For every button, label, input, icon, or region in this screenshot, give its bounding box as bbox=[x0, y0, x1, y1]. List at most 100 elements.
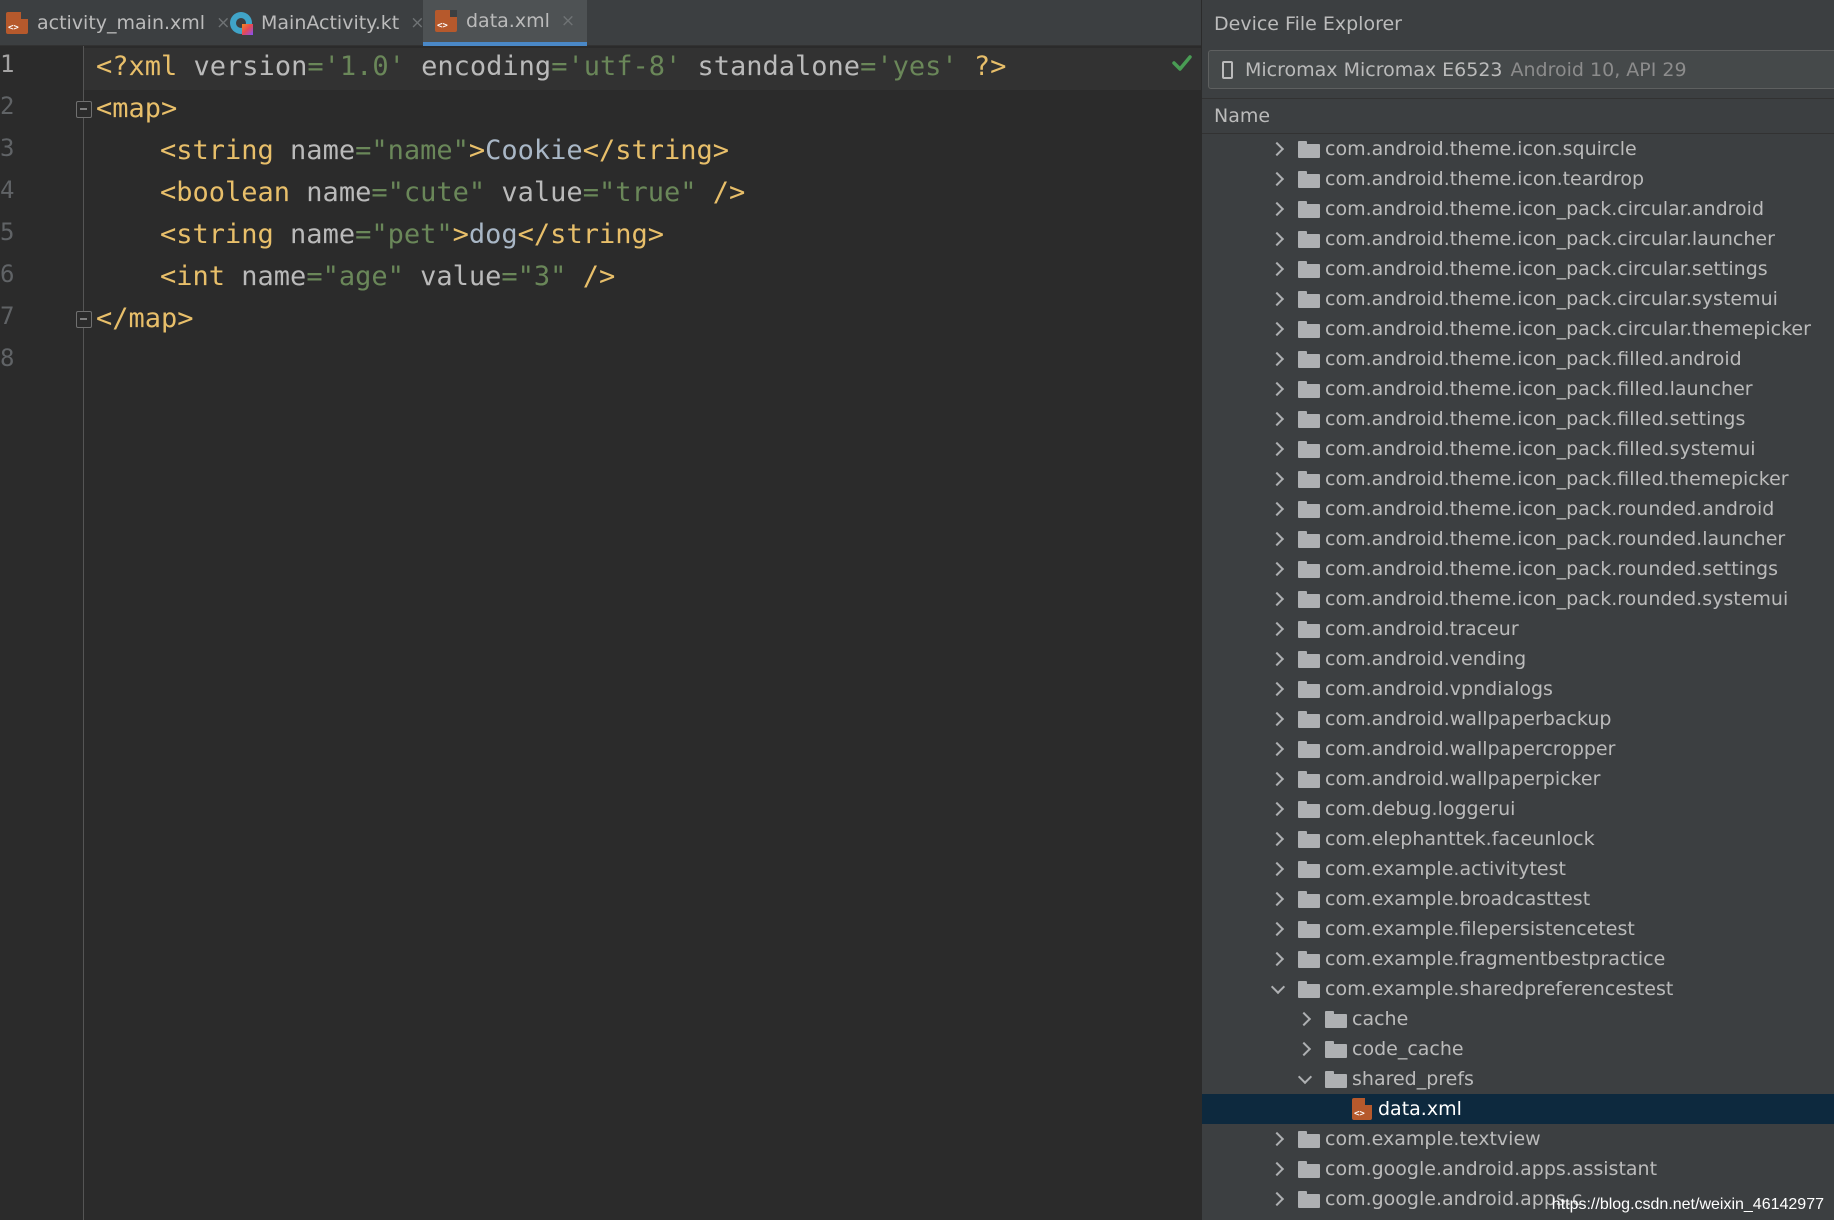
tree-item[interactable]: com.example.activitytest bbox=[1202, 854, 1834, 884]
tree-item[interactable]: com.android.theme.icon_pack.filled.syste… bbox=[1202, 434, 1834, 464]
device-selector[interactable]: Micromax Micromax E6523 Android 10, API … bbox=[1208, 50, 1834, 89]
chevron-right-icon[interactable] bbox=[1270, 682, 1284, 696]
name-column-header[interactable]: Name bbox=[1202, 98, 1834, 134]
tree-item[interactable]: com.example.textview bbox=[1202, 1124, 1834, 1154]
tab-mainactivity-kt[interactable]: MainActivity.kt × bbox=[230, 0, 434, 46]
chevron-right-icon[interactable] bbox=[1270, 262, 1284, 276]
chevron-right-icon[interactable] bbox=[1270, 772, 1284, 786]
tab-activity-main-xml[interactable]: activity_main.xml × bbox=[6, 0, 240, 46]
tree-item-label: com.android.theme.icon_pack.rounded.sett… bbox=[1325, 558, 1778, 580]
chevron-right-icon[interactable] bbox=[1270, 802, 1284, 816]
tree-item[interactable]: com.android.theme.icon_pack.circular.and… bbox=[1202, 194, 1834, 224]
chevron-right-icon[interactable] bbox=[1270, 532, 1284, 546]
chevron-down-icon[interactable] bbox=[1297, 1072, 1311, 1086]
tree-item[interactable]: com.example.sharedpreferencestest bbox=[1202, 974, 1834, 1004]
tree-item[interactable]: com.android.theme.icon_pack.rounded.sett… bbox=[1202, 554, 1834, 584]
code-line[interactable]: <string name="name">Cookie</string> bbox=[160, 130, 729, 172]
chevron-right-icon[interactable] bbox=[1270, 952, 1284, 966]
device-details: Android 10, API 29 bbox=[1510, 58, 1687, 81]
tree-item[interactable]: com.android.vending bbox=[1202, 644, 1834, 674]
tree-item-label: com.google.android.apps.c bbox=[1325, 1188, 1583, 1210]
tree-item[interactable]: com.android.theme.icon_pack.circular.the… bbox=[1202, 314, 1834, 344]
folder-icon bbox=[1298, 410, 1320, 428]
tab-data-xml[interactable]: data.xml × bbox=[423, 0, 588, 46]
chevron-right-icon[interactable] bbox=[1270, 502, 1284, 516]
chevron-right-icon[interactable] bbox=[1270, 622, 1284, 636]
chevron-right-icon[interactable] bbox=[1270, 232, 1284, 246]
close-icon[interactable]: × bbox=[561, 11, 575, 31]
chevron-right-icon[interactable] bbox=[1270, 142, 1284, 156]
tree-item[interactable]: com.debug.loggerui bbox=[1202, 794, 1834, 824]
tree-item[interactable]: code_cache bbox=[1202, 1034, 1834, 1064]
tree-item[interactable]: com.android.theme.icon_pack.circular.set… bbox=[1202, 254, 1834, 284]
tree-item[interactable]: com.android.vpndialogs bbox=[1202, 674, 1834, 704]
chevron-right-icon[interactable] bbox=[1270, 442, 1284, 456]
chevron-right-icon[interactable] bbox=[1270, 592, 1284, 606]
code-line[interactable]: </map> bbox=[96, 298, 194, 340]
code-editor[interactable]: activity_main.xml × MainActivity.kt × da… bbox=[0, 0, 1201, 1220]
tree-item[interactable]: com.android.theme.icon_pack.circular.lau… bbox=[1202, 224, 1834, 254]
tree-item[interactable]: cache bbox=[1202, 1004, 1834, 1034]
chevron-right-icon[interactable] bbox=[1270, 712, 1284, 726]
chevron-right-icon[interactable] bbox=[1270, 172, 1284, 186]
folder-icon bbox=[1325, 1070, 1347, 1088]
chevron-right-icon[interactable] bbox=[1270, 382, 1284, 396]
chevron-right-icon[interactable] bbox=[1270, 1192, 1284, 1206]
code-line[interactable]: <boolean name="cute" value="true" /> bbox=[160, 172, 745, 214]
tree-item[interactable]: com.example.filepersistencetest bbox=[1202, 914, 1834, 944]
tree-item[interactable]: com.android.theme.icon_pack.rounded.laun… bbox=[1202, 524, 1834, 554]
chevron-right-icon[interactable] bbox=[1270, 832, 1284, 846]
chevron-right-icon[interactable] bbox=[1270, 322, 1284, 336]
tree-item[interactable]: com.elephanttek.faceunlock bbox=[1202, 824, 1834, 854]
close-icon[interactable]: × bbox=[216, 13, 230, 33]
line-number: 3 bbox=[0, 134, 15, 162]
chevron-right-icon[interactable] bbox=[1270, 202, 1284, 216]
chevron-right-icon[interactable] bbox=[1270, 652, 1284, 666]
tree-item[interactable]: com.android.theme.icon_pack.rounded.syst… bbox=[1202, 584, 1834, 614]
tree-item[interactable]: com.android.wallpaperbackup bbox=[1202, 704, 1834, 734]
chevron-right-icon[interactable] bbox=[1297, 1042, 1311, 1056]
tree-item[interactable]: com.android.theme.icon_pack.filled.launc… bbox=[1202, 374, 1834, 404]
code-line[interactable]: <string name="pet">dog</string> bbox=[160, 214, 664, 256]
chevron-right-icon[interactable] bbox=[1270, 742, 1284, 756]
tree-item[interactable]: com.android.theme.icon_pack.filled.setti… bbox=[1202, 404, 1834, 434]
chevron-right-icon[interactable] bbox=[1270, 1162, 1284, 1176]
chevron-right-icon[interactable] bbox=[1270, 292, 1284, 306]
chevron-right-icon[interactable] bbox=[1270, 562, 1284, 576]
tree-item[interactable]: com.android.wallpapercropper bbox=[1202, 734, 1834, 764]
tree-item[interactable]: com.android.theme.icon_pack.filled.theme… bbox=[1202, 464, 1834, 494]
chevron-right-icon[interactable] bbox=[1297, 1012, 1311, 1026]
fold-marker[interactable] bbox=[76, 101, 92, 118]
tree-item[interactable]: com.android.theme.icon.teardrop bbox=[1202, 164, 1834, 194]
tree-item[interactable]: com.google.android.apps.assistant bbox=[1202, 1154, 1834, 1184]
chevron-right-icon[interactable] bbox=[1270, 922, 1284, 936]
fold-marker[interactable] bbox=[76, 311, 92, 328]
code-line[interactable]: <?xml version='1.0' encoding='utf-8' sta… bbox=[96, 46, 1006, 88]
tree-item[interactable]: shared_prefs bbox=[1202, 1064, 1834, 1094]
code-line[interactable]: <int name="age" value="3" /> bbox=[160, 256, 615, 298]
tree-item[interactable]: com.android.theme.icon_pack.filled.andro… bbox=[1202, 344, 1834, 374]
tree-item[interactable]: com.android.theme.icon_pack.circular.sys… bbox=[1202, 284, 1834, 314]
code-line[interactable]: <map> bbox=[96, 88, 177, 130]
chevron-right-icon[interactable] bbox=[1270, 1132, 1284, 1146]
tree-item-label: com.example.sharedpreferencestest bbox=[1325, 978, 1674, 1000]
chevron-right-icon[interactable] bbox=[1270, 412, 1284, 426]
tree-item[interactable]: com.android.theme.icon_pack.rounded.andr… bbox=[1202, 494, 1834, 524]
tree-item[interactable]: com.android.wallpaperpicker bbox=[1202, 764, 1834, 794]
tree-item[interactable]: com.example.broadcasttest bbox=[1202, 884, 1834, 914]
tree-item[interactable]: com.android.theme.icon.squircle bbox=[1202, 134, 1834, 164]
chevron-right-icon[interactable] bbox=[1270, 892, 1284, 906]
chevron-right-icon[interactable] bbox=[1270, 352, 1284, 366]
tree-item-label: com.debug.loggerui bbox=[1325, 798, 1516, 820]
check-icon[interactable] bbox=[1171, 52, 1193, 74]
tree-item-label: com.android.theme.icon_pack.filled.andro… bbox=[1325, 348, 1742, 370]
device-file-explorer-panel: Device File Explorer Micromax Micromax E… bbox=[1201, 0, 1834, 1220]
tree-item-label: com.android.theme.icon.squircle bbox=[1325, 138, 1637, 160]
chevron-down-icon[interactable] bbox=[1270, 982, 1284, 996]
tree-item[interactable]: com.android.traceur bbox=[1202, 614, 1834, 644]
tree-item[interactable]: data.xml bbox=[1202, 1094, 1834, 1124]
chevron-right-icon[interactable] bbox=[1270, 862, 1284, 876]
chevron-right-icon[interactable] bbox=[1270, 472, 1284, 486]
tree-item[interactable]: com.example.fragmentbestpractice bbox=[1202, 944, 1834, 974]
tab-label: data.xml bbox=[466, 10, 550, 32]
